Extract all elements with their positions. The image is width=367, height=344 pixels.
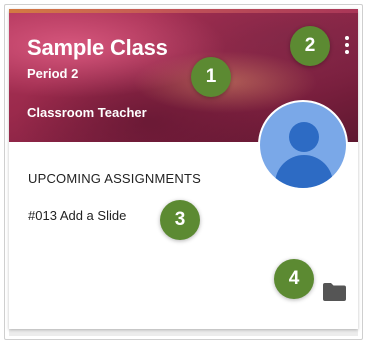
callout-badge-1: 1 — [191, 57, 231, 97]
upcoming-assignments-label: UPCOMING ASSIGNMENTS — [28, 171, 202, 186]
header-accent-stripe — [9, 9, 358, 13]
callout-badge-3: 3 — [160, 200, 200, 240]
teacher-avatar — [258, 100, 348, 190]
menu-dot — [345, 36, 349, 40]
class-title-link[interactable]: Sample Class — [27, 35, 168, 61]
screenshot-frame: Sample Class Period 2 Classroom Teacher … — [0, 0, 367, 344]
more-vert-icon[interactable] — [340, 34, 354, 56]
avatar-body-shape — [275, 155, 333, 188]
callout-badge-2: 2 — [290, 26, 330, 66]
menu-dot — [345, 43, 349, 47]
assignment-link[interactable]: #013 Add a Slide — [28, 208, 126, 223]
avatar-head-shape — [289, 122, 319, 152]
callout-badge-4: 4 — [274, 259, 314, 299]
teacher-name: Classroom Teacher — [27, 105, 147, 120]
class-section: Period 2 — [27, 66, 79, 81]
folder-icon[interactable] — [322, 282, 347, 302]
menu-dot — [345, 50, 349, 54]
